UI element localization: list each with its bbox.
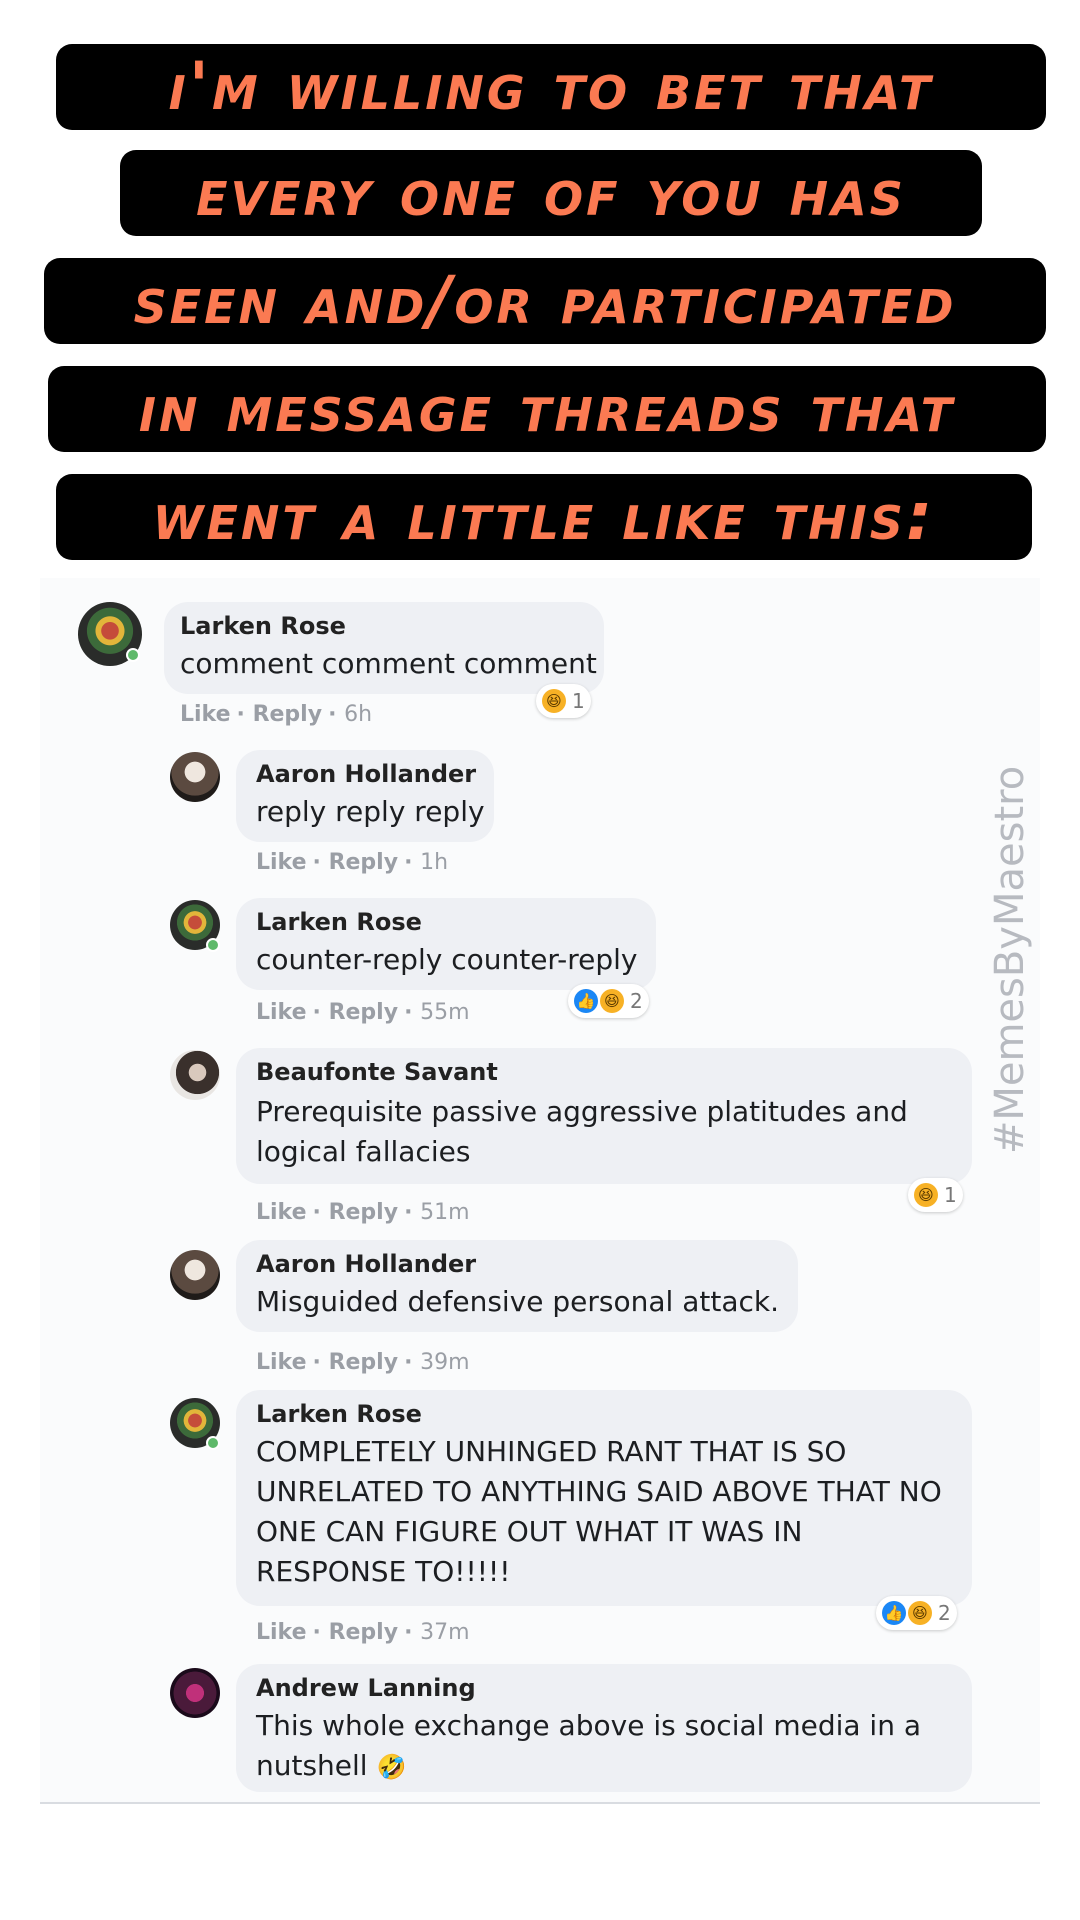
reaction-count: 1 — [572, 689, 585, 713]
rolling-laughing-emoji-icon: 🤣 — [376, 1753, 407, 1781]
avatar[interactable] — [170, 1668, 220, 1718]
comment-text: reply reply reply — [256, 795, 485, 828]
like-link[interactable]: Like — [256, 1620, 307, 1645]
caption-line-1: I'm willing to bet that — [56, 44, 1046, 130]
haha-reaction-icon: 😆 — [542, 689, 566, 713]
reply-link[interactable]: Reply — [329, 1620, 399, 1645]
reaction-count: 2 — [630, 989, 643, 1013]
comment-text: Misguided defensive personal attack. — [256, 1285, 779, 1318]
comment-timestamp[interactable]: 1h — [420, 850, 448, 875]
avatar[interactable] — [170, 1050, 220, 1100]
comment-text: Prerequisite passive aggressive platitud… — [256, 1095, 908, 1168]
reaction-summary[interactable]: 👍 😆 2 — [876, 1596, 957, 1630]
online-status-icon — [126, 648, 140, 662]
reaction-summary[interactable]: 😆 1 — [908, 1178, 963, 1212]
comment-timestamp[interactable]: 39m — [420, 1350, 469, 1375]
comment-text-body: This whole exchange above is social medi… — [256, 1709, 922, 1782]
comment-author[interactable]: Larken Rose — [256, 1400, 422, 1428]
reaction-count: 2 — [938, 1601, 951, 1625]
reaction-count: 1 — [944, 1183, 957, 1207]
comment-author[interactable]: Larken Rose — [180, 612, 346, 640]
reaction-summary[interactable]: 👍 😆 2 — [568, 984, 649, 1018]
like-link[interactable]: Like — [256, 1200, 307, 1225]
comment-actions: Like · Reply · 39m — [256, 1350, 470, 1375]
like-link[interactable]: Like — [256, 850, 307, 875]
online-status-icon — [206, 1436, 220, 1450]
comment-timestamp[interactable]: 37m — [420, 1620, 469, 1645]
comment-author[interactable]: Larken Rose — [256, 908, 422, 936]
like-link[interactable]: Like — [256, 1000, 307, 1025]
comment-timestamp[interactable]: 51m — [420, 1200, 469, 1225]
avatar[interactable] — [170, 752, 220, 802]
reply-link[interactable]: Reply — [329, 1000, 399, 1025]
caption-line-5: went a little like this: — [56, 474, 1032, 560]
comment-timestamp[interactable]: 6h — [344, 702, 372, 727]
reaction-summary[interactable]: 😆 1 — [536, 684, 591, 718]
comment-actions: Like · Reply · 6h — [180, 702, 373, 727]
comment-text: COMPLETELY UNHINGED RANT THAT IS SO UNRE… — [256, 1435, 942, 1588]
comment-actions: Like · Reply · 51m — [256, 1200, 470, 1225]
like-link[interactable]: Like — [256, 1350, 307, 1375]
comment-author[interactable]: Beaufonte Savant — [256, 1058, 498, 1086]
caption-line-3: seen and/or participated — [44, 258, 1046, 344]
avatar[interactable] — [170, 1250, 220, 1300]
like-reaction-icon: 👍 — [882, 1601, 906, 1625]
comment-author[interactable]: Andrew Lanning — [256, 1674, 476, 1702]
caption-line-2: every one of you has — [120, 150, 982, 236]
comment-actions: Like · Reply · 1h — [256, 850, 449, 875]
comment-author[interactable]: Aaron Hollander — [256, 760, 476, 788]
comment-author[interactable]: Aaron Hollander — [256, 1250, 476, 1278]
caption-line-4: in message threads that — [48, 366, 1046, 452]
online-status-icon — [206, 938, 220, 952]
comment-text: This whole exchange above is social medi… — [256, 1706, 946, 1787]
reply-link[interactable]: Reply — [253, 702, 323, 727]
reply-link[interactable]: Reply — [329, 1200, 399, 1225]
haha-reaction-icon: 😆 — [600, 989, 624, 1013]
like-link[interactable]: Like — [180, 702, 231, 727]
comment-actions: Like · Reply · 37m — [256, 1620, 470, 1645]
watermark: #MemesByMaestro — [987, 765, 1033, 1155]
comment-actions: Like · Reply · 55m — [256, 1000, 470, 1025]
like-reaction-icon: 👍 — [574, 989, 598, 1013]
haha-reaction-icon: 😆 — [914, 1183, 938, 1207]
comment-text: counter-reply counter-reply — [256, 943, 638, 976]
haha-reaction-icon: 😆 — [908, 1601, 932, 1625]
comment-timestamp[interactable]: 55m — [420, 1000, 469, 1025]
comment-text: comment comment comment — [180, 647, 597, 680]
reply-link[interactable]: Reply — [329, 1350, 399, 1375]
reply-link[interactable]: Reply — [329, 850, 399, 875]
